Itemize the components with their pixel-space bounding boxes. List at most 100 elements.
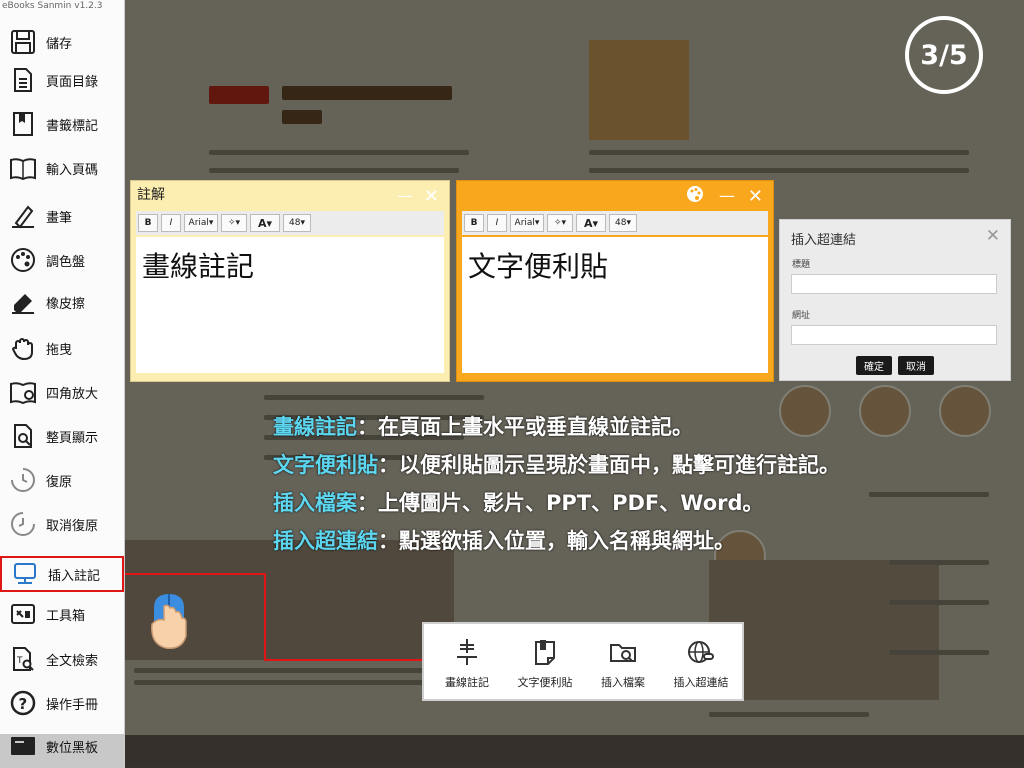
sidebar-item-label: 畫筆 xyxy=(46,210,73,226)
bold-button[interactable]: B xyxy=(138,214,158,232)
note-title-bar: 註解 — ✕ xyxy=(131,181,449,207)
app-version: eBooks Sanmin v1.2.3 xyxy=(2,1,103,11)
close-icon[interactable]: ✕ xyxy=(986,226,1000,246)
text-color-button[interactable]: A ▾ xyxy=(250,214,280,232)
step-indicator: 3/5 xyxy=(905,16,983,94)
sticky-content: 文字便利貼 xyxy=(468,250,609,283)
sidebar-item-label: 四角放大 xyxy=(46,386,99,402)
caption-term: 插入檔案 xyxy=(273,491,357,515)
note-content: 畫線註記 xyxy=(142,250,255,283)
sidebar-item-fulltext-search[interactable]: T 全文檢索 xyxy=(0,637,124,681)
save-icon xyxy=(8,27,38,57)
font-select[interactable]: Arial ▾ xyxy=(510,214,544,232)
svg-text:?: ? xyxy=(19,695,28,713)
sidebar-item-bookmark[interactable]: 書籤標記 xyxy=(0,102,124,146)
sidebar-item-help[interactable]: ? 操作手冊 xyxy=(0,681,124,725)
sidebar-item-label: 數位黑板 xyxy=(46,740,99,756)
close-icon[interactable]: ✕ xyxy=(748,186,763,207)
sidebar: eBooks Sanmin v1.2.3 儲存 頁面目錄 書籤標記 輸入頁碼 畫… xyxy=(0,0,125,768)
magic-wand-icon[interactable]: ✧▾ xyxy=(221,214,247,232)
insert-hyperlink-dialog: 插入超連結 ✕ 標題 網址 確定 取消 xyxy=(779,219,1011,381)
tutorial-caption: 畫線註記：在頁面上畫水平或垂直線並註記。 文字便利貼：以便利貼圖示呈現於畫面中，… xyxy=(273,408,840,560)
sidebar-item-pen[interactable]: 畫筆 xyxy=(0,194,124,238)
blackboard-icon xyxy=(8,731,38,761)
sidebar-item-undo[interactable]: 復原 xyxy=(0,458,124,502)
dialog-title: 插入超連結 xyxy=(791,233,857,248)
caption-line: 插入超連結：點選欲插入位置，輸入名稱與網址。 xyxy=(273,522,840,560)
caption-term: 插入超連結 xyxy=(273,529,378,553)
sidebar-item-palette[interactable]: 調色盤 xyxy=(0,238,124,282)
url-field[interactable] xyxy=(791,325,997,345)
caption-line: 畫線註記：在頁面上畫水平或垂直線並註記。 xyxy=(273,408,840,446)
sidebar-item-page-number[interactable]: 輸入頁碼 xyxy=(0,146,124,190)
font-select[interactable]: Arial ▾ xyxy=(184,214,218,232)
sidebar-item-toolbox[interactable]: 工具箱 xyxy=(0,592,124,636)
note-toolbar: B I Arial ▾ ✧▾ A ▾ 48 ▾ xyxy=(136,211,444,235)
palette-icon[interactable] xyxy=(685,184,705,208)
sidebar-item-fit-page[interactable]: 整頁顯示 xyxy=(0,414,124,458)
caption-line: 文字便利貼：以便利貼圖示呈現於畫面中，點擊可進行註記。 xyxy=(273,446,840,484)
sidebar-item-corner-zoom[interactable]: 四角放大 xyxy=(0,370,124,414)
font-select-value: Arial xyxy=(188,218,209,228)
page-number-icon xyxy=(8,153,38,183)
sidebar-item-label: 插入註記 xyxy=(48,568,101,584)
caption-term: 畫線註記 xyxy=(273,415,357,439)
menu-item-line-annotation[interactable]: 畫線註記 xyxy=(428,636,506,690)
sidebar-item-label: 調色盤 xyxy=(46,254,86,270)
sidebar-item-redo[interactable]: 取消復原 xyxy=(0,502,124,546)
sticky-toolbar: B I Arial ▾ ✧▾ A ▾ 48 ▾ xyxy=(462,211,768,235)
pen-icon xyxy=(8,201,38,231)
minimize-icon[interactable]: — xyxy=(719,186,735,205)
sidebar-item-drag[interactable]: 拖曳 xyxy=(0,326,124,370)
font-size-value: 48 xyxy=(289,218,301,228)
menu-item-insert-file[interactable]: 插入檔案 xyxy=(584,636,662,690)
svg-text:T: T xyxy=(16,656,23,666)
sidebar-item-label: 輸入頁碼 xyxy=(46,162,99,178)
fulltext-search-icon: T xyxy=(8,644,38,674)
bold-button[interactable]: B xyxy=(464,214,484,232)
pointer-line xyxy=(264,659,422,661)
insert-link-icon xyxy=(662,636,740,668)
note-body[interactable]: 畫線註記 xyxy=(136,237,444,373)
line-annotation-icon xyxy=(428,636,506,668)
sidebar-item-page-toc[interactable]: 頁面目錄 xyxy=(0,58,124,102)
menu-item-label: 文字便利貼 xyxy=(517,676,573,689)
text-color-label: A xyxy=(257,216,267,230)
hand-icon xyxy=(8,333,38,363)
sidebar-item-label: 工具箱 xyxy=(46,608,86,624)
confirm-button[interactable]: 確定 xyxy=(856,356,892,375)
title-field[interactable] xyxy=(791,274,997,294)
insert-file-icon xyxy=(584,636,662,668)
sidebar-item-blackboard[interactable]: 數位黑板 xyxy=(0,728,124,764)
sidebar-item-label: 整頁顯示 xyxy=(46,430,99,446)
magic-wand-icon[interactable]: ✧▾ xyxy=(547,214,573,232)
cancel-button[interactable]: 取消 xyxy=(898,356,934,375)
menu-item-label: 插入檔案 xyxy=(601,676,645,689)
font-size-select[interactable]: 48 ▾ xyxy=(283,214,311,232)
menu-item-sticky-note[interactable]: 文字便利貼 xyxy=(506,636,584,690)
sticky-note-icon xyxy=(506,636,584,668)
title-field-label: 標題 xyxy=(792,260,811,270)
italic-button[interactable]: I xyxy=(161,214,181,232)
italic-button[interactable]: I xyxy=(487,214,507,232)
sidebar-item-label: 復原 xyxy=(46,474,73,490)
menu-item-insert-link[interactable]: 插入超連結 xyxy=(662,636,740,690)
menu-item-label: 畫線註記 xyxy=(445,676,489,689)
font-size-select[interactable]: 48 ▾ xyxy=(609,214,637,232)
redo-icon xyxy=(8,509,38,539)
sidebar-item-eraser[interactable]: 橡皮擦 xyxy=(0,280,124,324)
sidebar-item-label: 取消復原 xyxy=(46,518,99,534)
sidebar-item-insert-annotation[interactable]: 插入註記 xyxy=(0,556,124,592)
palette-icon xyxy=(8,245,38,275)
font-select-value: Arial xyxy=(514,218,535,228)
sticky-body[interactable]: 文字便利貼 xyxy=(462,237,768,373)
menu-item-label: 插入超連結 xyxy=(673,676,729,689)
close-icon[interactable]: ✕ xyxy=(424,186,439,207)
text-color-button[interactable]: A ▾ xyxy=(576,214,606,232)
minimize-icon[interactable]: — xyxy=(397,186,413,205)
sidebar-item-label: 全文檢索 xyxy=(46,653,99,669)
caption-desc: ：以便利貼圖示呈現於畫面中，點擊可進行註記。 xyxy=(378,453,840,477)
pointer-line xyxy=(264,573,266,661)
note-title: 註解 xyxy=(137,187,165,203)
page-toc-icon xyxy=(8,65,38,95)
